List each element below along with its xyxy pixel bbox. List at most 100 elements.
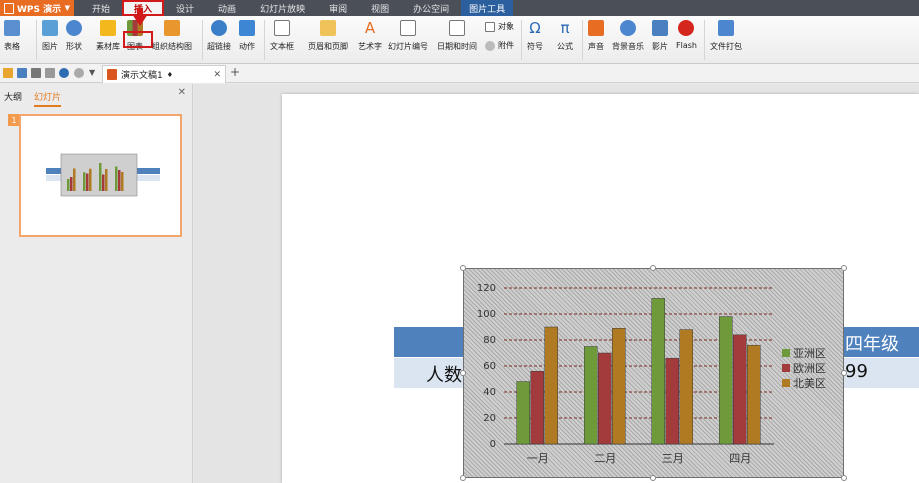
action-label: 动作	[239, 42, 255, 51]
textbox-button[interactable]: 文本框	[270, 20, 294, 52]
thumb-bar	[105, 169, 108, 191]
divider	[36, 20, 37, 60]
modified-dot-icon: ♦	[166, 70, 174, 79]
pi-icon: π	[560, 19, 570, 37]
legend-label: 欧洲区	[793, 362, 826, 375]
close-icon[interactable]: ✕	[213, 70, 221, 80]
movie-label: 影片	[652, 42, 668, 51]
package-icon	[718, 20, 734, 36]
divider	[704, 20, 705, 60]
wordart-button[interactable]: A 艺术字	[358, 20, 382, 52]
save-icon[interactable]	[17, 68, 27, 78]
org-chart-button[interactable]: 组织结构图	[152, 20, 192, 52]
resize-handle[interactable]	[841, 265, 847, 271]
omega-icon: Ω	[529, 19, 541, 37]
resize-handle[interactable]	[460, 475, 466, 481]
thumb-bar	[99, 163, 102, 191]
attachment-button[interactable]: 附件	[485, 40, 514, 51]
chevron-down-icon: ▼	[64, 4, 70, 12]
x-tick-label: 四月	[729, 452, 751, 465]
bar-亚洲区-三月	[651, 298, 665, 445]
flash-button[interactable]: Flash	[676, 20, 697, 50]
package-button[interactable]: 文件打包	[710, 20, 742, 52]
org-chart-label: 组织结构图	[152, 42, 192, 51]
datetime-button[interactable]: 日期和时间	[437, 20, 477, 52]
y-tick-label: 80	[483, 335, 496, 346]
header-footer-label: 页眉和页脚	[308, 42, 348, 51]
header-footer-icon	[320, 20, 336, 36]
thumb-bar	[121, 172, 124, 191]
app-menu-button[interactable]: WPS 演示 ▼	[0, 0, 74, 16]
speaker-icon	[588, 20, 604, 36]
resize-handle[interactable]	[460, 265, 466, 271]
table-icon	[4, 20, 20, 36]
document-tab[interactable]: 演示文稿1 ♦ ✕	[102, 65, 226, 83]
bar-欧洲区-三月	[665, 357, 679, 445]
new-tab-button[interactable]: +	[230, 65, 240, 79]
datetime-label: 日期和时间	[437, 42, 477, 51]
bar-亚洲区-一月	[516, 381, 530, 445]
menu-review[interactable]: 审阅	[317, 0, 359, 16]
material-button[interactable]: 素材库	[96, 20, 120, 52]
wps-logo-icon	[4, 2, 14, 14]
star-icon	[100, 20, 116, 36]
preview-icon[interactable]	[45, 68, 55, 78]
slide-number-button[interactable]: 幻灯片编号	[388, 20, 428, 52]
redo-icon[interactable]	[74, 68, 84, 78]
resize-handle[interactable]	[460, 370, 466, 376]
hyperlink-button[interactable]: 超链接	[207, 20, 231, 52]
menu-design[interactable]: 设计	[164, 0, 206, 16]
chevron-down-icon[interactable]: ▼	[89, 68, 99, 78]
symbol-button[interactable]: Ω 符号	[527, 20, 543, 52]
header-footer-button[interactable]: 页眉和页脚	[308, 20, 348, 52]
resize-handle[interactable]	[650, 265, 656, 271]
menu-home[interactable]: 开始	[80, 0, 122, 16]
x-tick-label: 一月	[527, 452, 549, 465]
document-title: 演示文稿1	[121, 71, 163, 81]
y-tick-label: 120	[477, 283, 496, 294]
sound-button[interactable]: 声音	[588, 20, 604, 52]
slides-panel: 大纲 幻灯片 ✕ 1	[0, 84, 193, 483]
material-label: 素材库	[96, 42, 120, 51]
action-button[interactable]: 动作	[239, 20, 255, 52]
table-button[interactable]: 表格	[4, 20, 20, 52]
picture-button[interactable]: 图片	[42, 20, 58, 52]
bar-chart: 0 20 40 60 80 100 120 一月 二月 三月 四月 亚洲区欧洲区北美区	[477, 283, 826, 465]
object-label: 对象	[498, 22, 514, 31]
org-chart-icon	[164, 20, 180, 36]
menu-animation[interactable]: 动画	[206, 0, 248, 16]
undo-icon[interactable]	[59, 68, 69, 78]
tab-outline[interactable]: 大纲	[4, 90, 22, 103]
y-tick-label: 40	[483, 387, 496, 398]
menu-office-space[interactable]: 办公空间	[401, 0, 461, 16]
bg-music-button[interactable]: 背景音乐	[612, 20, 644, 52]
quick-access-bar: ▼ 演示文稿1 ♦ ✕ +	[0, 64, 919, 83]
textbox-icon	[274, 20, 290, 36]
movie-button[interactable]: 影片	[652, 20, 668, 52]
close-icon[interactable]: ✕	[178, 87, 186, 98]
resize-handle[interactable]	[650, 475, 656, 481]
thumb-bar	[118, 170, 121, 191]
menu-slideshow[interactable]: 幻灯片放映	[248, 0, 317, 16]
object-icon	[485, 21, 495, 32]
menu-view[interactable]: 视图	[359, 0, 401, 16]
formula-button[interactable]: π 公式	[557, 20, 573, 52]
resize-handle[interactable]	[841, 370, 847, 376]
menu-picture-tools[interactable]: 图片工具	[461, 0, 514, 16]
chart-object[interactable]: 0 20 40 60 80 100 120 一月 二月 三月 四月 亚洲区 欧洲区 北美区	[463, 268, 844, 478]
slide-number-icon	[400, 20, 416, 36]
resize-handle[interactable]	[841, 475, 847, 481]
menu-insert[interactable]: 插入	[122, 0, 165, 16]
wordart-label: 艺术字	[358, 42, 382, 51]
object-button[interactable]: 对象	[485, 21, 514, 32]
shape-label: 形状	[66, 42, 82, 51]
open-folder-icon[interactable]	[3, 68, 13, 78]
print-icon[interactable]	[31, 68, 41, 78]
bar-欧洲区-二月	[598, 352, 612, 445]
shape-button[interactable]: 形状	[66, 20, 82, 52]
slide-thumbnail[interactable]	[19, 114, 182, 237]
tab-slides[interactable]: 幻灯片	[34, 90, 62, 107]
ribbon: 表格 图片 形状 素材库 图表 组织结构图 超链接 动作 文本框 页眉和页脚 A	[0, 16, 919, 64]
paperclip-icon	[485, 40, 495, 51]
action-icon	[239, 20, 255, 36]
